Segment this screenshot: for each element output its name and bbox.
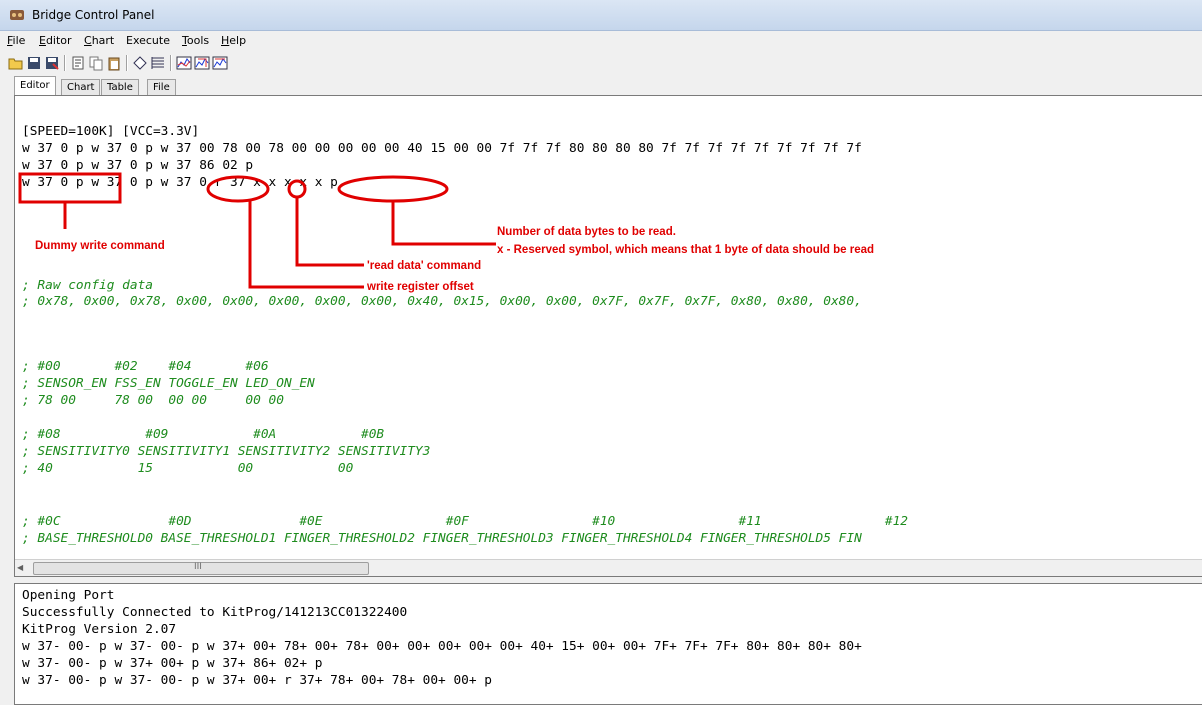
comment-line: ; SENSOR_EN FSS_EN TOGGLE_EN LED_ON_EN	[22, 376, 315, 391]
list-icon[interactable]	[150, 55, 166, 71]
editor-line: [SPEED=100K] [VCC=3.3V]	[22, 124, 200, 139]
editor-line: w 37 0 p w 37 0 p w 37 86 02 p	[22, 158, 254, 173]
chart-icon[interactable]	[176, 55, 192, 71]
toolbar	[0, 52, 1202, 74]
output-console[interactable]: Opening Port Successfully Connected to K…	[14, 583, 1202, 705]
console-line: Successfully Connected to KitProg/141213…	[22, 605, 408, 620]
save-as-icon[interactable]	[44, 55, 60, 71]
tab-table[interactable]: Table	[101, 79, 139, 95]
chart-export-icon[interactable]	[212, 55, 228, 71]
menu-help[interactable]: Help	[221, 34, 246, 47]
cut-icon[interactable]	[70, 55, 86, 71]
comment-line: ; 40 15 00 00	[22, 461, 354, 476]
toolbar-separator	[170, 55, 172, 71]
annotation-write-offset: write register offset	[367, 281, 474, 293]
annotation-read-data: 'read data' command	[367, 260, 482, 272]
title-bar: Bridge Control Panel	[0, 0, 1202, 31]
paste-icon[interactable]	[106, 55, 122, 71]
console-line: w 37- 00- p w 37+ 00+ p w 37+ 86+ 02+ p	[22, 656, 323, 671]
console-line: KitProg Version 2.07	[22, 622, 177, 637]
scroll-left-icon[interactable]: ◀	[17, 563, 23, 572]
menu-file[interactable]: File	[7, 34, 25, 47]
toolbar-separator	[64, 55, 66, 71]
menu-editor[interactable]: Editor	[39, 34, 72, 47]
tab-file[interactable]: File	[147, 79, 176, 95]
window-title: Bridge Control Panel	[32, 8, 155, 22]
editor-line: w 37 0 p w 37 0 p w 37 0 r 37 x x x x x …	[22, 175, 338, 190]
script-editor[interactable]: [SPEED=100K] [VCC=3.3V] w 37 0 p w 37 0 …	[14, 95, 1202, 577]
chart-zoom-icon[interactable]	[194, 55, 210, 71]
console-line: Opening Port	[22, 588, 115, 603]
save-icon[interactable]	[26, 55, 42, 71]
toolbar-separator	[126, 55, 128, 71]
comment-line: ; 78 00 78 00 00 00 00 00	[22, 393, 284, 408]
comment-line: ; #00 #02 #04 #06	[22, 359, 269, 374]
annotation-reserved-symbol: x - Reserved symbol, which means that 1 …	[497, 244, 875, 256]
comment-line: ; 0x78, 0x00, 0x78, 0x00, 0x00, 0x00, 0x…	[22, 294, 862, 309]
comment-line: ; #08 #09 #0A #0B	[22, 427, 385, 442]
console-line: w 37- 00- p w 37- 00- p w 37+ 00+ 78+ 00…	[22, 639, 862, 654]
editor-line: w 37 0 p w 37 0 p w 37 00 78 00 78 00 00…	[22, 141, 862, 156]
comment-line: ; #0C #0D #0E #0F #10 #11 #12	[22, 514, 909, 529]
copy-icon[interactable]	[88, 55, 104, 71]
annotation-dummy-write: Dummy write command	[35, 240, 165, 252]
horizontal-scrollbar[interactable]: ◀ III	[15, 559, 1202, 576]
console-line: w 37- 00- p w 37- 00- p w 37+ 00+ r 37+ …	[22, 673, 492, 688]
comment-line: ; BASE_THRESHOLD0 BASE_THRESHOLD1 FINGER…	[22, 531, 862, 546]
scrollbar-grip: III	[194, 562, 202, 572]
tab-chart[interactable]: Chart	[61, 79, 101, 95]
open-icon[interactable]	[8, 55, 24, 71]
menu-chart[interactable]: Chart	[84, 34, 114, 47]
comment-line: ; Raw config data	[22, 278, 153, 293]
comment-line: ; SENSITIVITY0 SENSITIVITY1 SENSITIVITY2…	[22, 444, 431, 459]
tab-editor[interactable]: Editor	[14, 76, 56, 95]
app-icon	[10, 10, 24, 20]
scrollbar-thumb[interactable]: III	[33, 562, 369, 575]
menu-execute[interactable]: Execute	[126, 34, 170, 47]
tab-strip: Editor Chart Table File	[0, 76, 1202, 95]
annotation-num-bytes: Number of data bytes to be read.	[497, 226, 676, 238]
clear-icon[interactable]	[132, 55, 148, 71]
menu-bar: File Editor Chart Execute Tools Help	[0, 31, 1202, 51]
menu-tools[interactable]: Tools	[182, 34, 209, 47]
